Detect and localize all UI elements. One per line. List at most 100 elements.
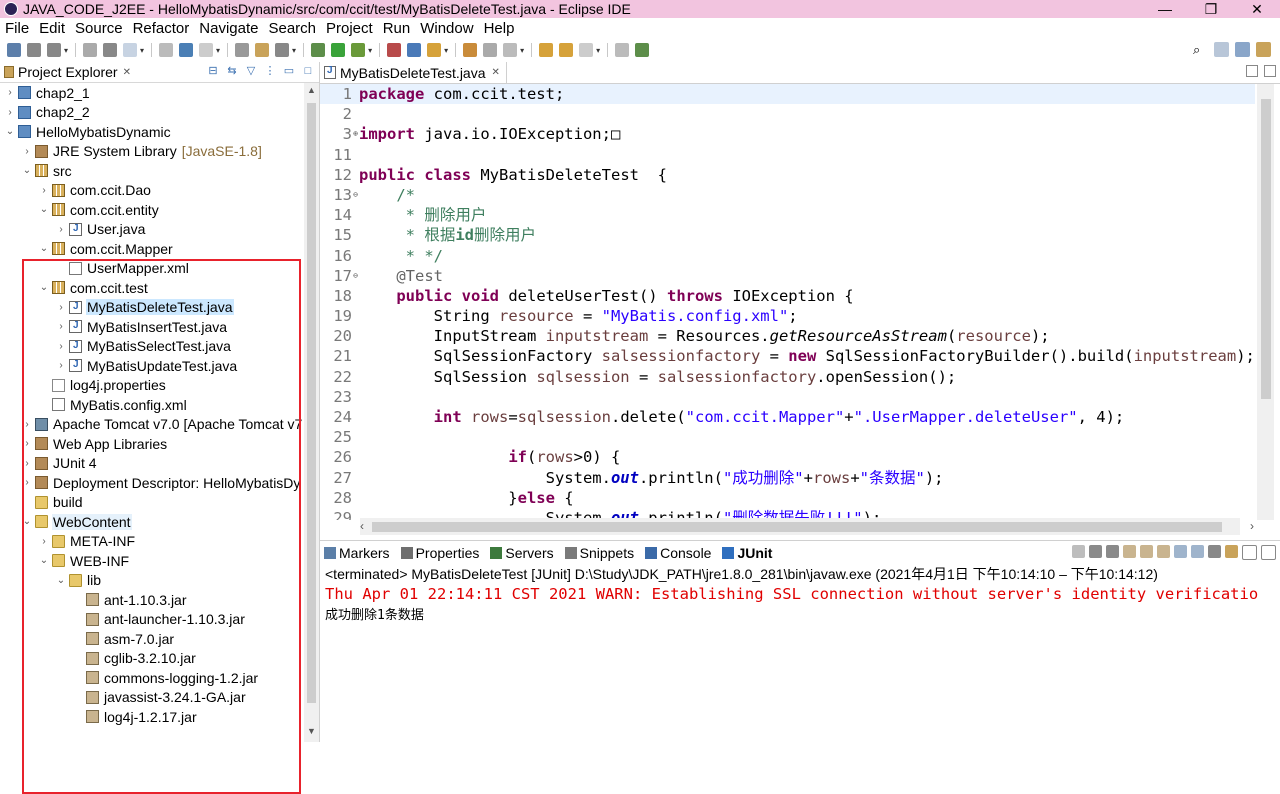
code-line[interactable]: 19 String resource = "MyBatis.config.xml…: [320, 306, 1255, 326]
clear-console-icon[interactable]: [1123, 545, 1136, 558]
code-line[interactable]: 2: [320, 104, 1255, 124]
chevron-right-icon[interactable]: ›: [38, 536, 50, 547]
chevron-down-icon[interactable]: ⌄: [38, 243, 50, 254]
scroll-left-icon[interactable]: ‹: [360, 519, 364, 533]
close-icon[interactable]: ✕: [123, 67, 131, 78]
project-explorer-tab[interactable]: Project Explorer ✕ ⊟ ⇆ ▽ ⋮ ▭ □: [0, 62, 319, 83]
chevron-down-icon[interactable]: ⌄: [21, 516, 33, 527]
show-on-output-icon[interactable]: [1191, 545, 1204, 558]
remove-all-icon[interactable]: [1106, 545, 1119, 558]
tree-item[interactable]: › Deployment Descriptor: HelloMybatisDy: [0, 473, 304, 493]
chevron-down-icon[interactable]: ⌄: [4, 126, 16, 137]
open-type-icon[interactable]: [407, 43, 422, 57]
terminate-icon[interactable]: [1072, 545, 1085, 558]
chevron-down-icon[interactable]: ⌄: [38, 282, 50, 293]
terminal-icon[interactable]: [255, 43, 270, 57]
run-icon[interactable]: [331, 43, 346, 57]
code-line[interactable]: 11: [320, 145, 1255, 165]
mark-icon[interactable]: [199, 43, 214, 57]
code-line[interactable]: 23: [320, 387, 1255, 407]
minimize-view-icon[interactable]: [1242, 545, 1257, 560]
tab-console[interactable]: Console: [641, 545, 711, 561]
chevron-down-icon[interactable]: ▾: [140, 46, 144, 55]
chevron-right-icon[interactable]: ›: [21, 477, 33, 488]
code-line[interactable]: 24 int rows=sqlsession.delete("com.ccit.…: [320, 407, 1255, 427]
menu-project[interactable]: Project: [321, 20, 378, 37]
forward-icon[interactable]: [615, 43, 630, 57]
menu-file[interactable]: File: [0, 20, 34, 37]
chevron-right-icon[interactable]: ›: [55, 302, 67, 313]
tab-servers[interactable]: Servers: [486, 545, 554, 561]
chevron-right-icon[interactable]: ›: [55, 341, 67, 352]
chevron-right-icon[interactable]: ›: [55, 224, 67, 235]
tree-item[interactable]: › MyBatisInsertTest.java: [0, 317, 304, 337]
new-icon[interactable]: [7, 43, 21, 57]
editor-tab-mybatisdeletetest[interactable]: MyBatisDeleteTest.java ✕: [320, 62, 507, 83]
fold-toggle-icon[interactable]: ⊖: [352, 185, 359, 205]
fold-toggle-icon[interactable]: ⊖: [352, 266, 359, 286]
prev-edit-icon[interactable]: [539, 43, 554, 57]
chevron-right-icon[interactable]: ›: [21, 458, 33, 469]
chevron-down-icon[interactable]: ▾: [444, 46, 448, 55]
restore-icon[interactable]: ❐: [1188, 0, 1234, 18]
editor-scrollbar[interactable]: [1257, 84, 1274, 520]
tree-item[interactable]: ⌄ src: [0, 161, 304, 181]
tree-item[interactable]: › User.java: [0, 220, 304, 240]
tree-item[interactable]: ⌄ com.ccit.test: [0, 278, 304, 298]
chevron-down-icon[interactable]: ▾: [64, 46, 68, 55]
scroll-right-icon[interactable]: ›: [1250, 519, 1254, 533]
annotation-icon[interactable]: [483, 43, 498, 57]
minimize-view-icon[interactable]: [1246, 65, 1258, 77]
collapse-all-icon[interactable]: ⊟: [206, 64, 220, 78]
code-line[interactable]: 3 ⊕ import java.io.IOException;□: [320, 124, 1255, 144]
java-perspective-icon[interactable]: [1256, 42, 1271, 57]
tree-item[interactable]: UserMapper.xml: [0, 259, 304, 279]
tree-item[interactable]: asm-7.0.jar: [0, 629, 304, 649]
code-line[interactable]: 27 System.out.println("成功删除"+rows+"条数据")…: [320, 468, 1255, 488]
fold-toggle-icon[interactable]: ⊕: [352, 124, 359, 144]
code-line[interactable]: 25: [320, 427, 1255, 447]
stop-icon[interactable]: [387, 43, 402, 57]
tab-snippets[interactable]: Snippets: [561, 545, 634, 561]
chevron-down-icon[interactable]: ⌄: [38, 204, 50, 215]
code-line[interactable]: 26 if(rows>0) {: [320, 447, 1255, 467]
new-class-icon[interactable]: [427, 43, 442, 57]
save-icon[interactable]: [27, 43, 41, 57]
close-icon[interactable]: ✕: [492, 67, 500, 78]
chevron-right-icon[interactable]: ›: [55, 360, 67, 371]
menu-window[interactable]: Window: [415, 20, 478, 37]
view-menu-icon[interactable]: ⋮: [263, 64, 277, 78]
zoom-icon[interactable]: [275, 43, 290, 57]
chevron-down-icon[interactable]: ⌄: [55, 575, 67, 586]
code-line[interactable]: 15 * 根据id删除用户: [320, 225, 1255, 245]
tree-item[interactable]: › com.ccit.Dao: [0, 181, 304, 201]
chevron-down-icon[interactable]: ▾: [520, 46, 524, 55]
save-all-icon[interactable]: [47, 43, 61, 57]
chevron-down-icon[interactable]: ▾: [596, 46, 600, 55]
toggle-icon[interactable]: [159, 43, 174, 57]
tree-item[interactable]: build: [0, 493, 304, 513]
code-line[interactable]: 12 public class MyBatisDeleteTest {: [320, 165, 1255, 185]
chevron-down-icon[interactable]: ⌄: [21, 165, 33, 176]
tree-item[interactable]: commons-logging-1.2.jar: [0, 668, 304, 688]
code-line[interactable]: 14 * 删除用户: [320, 205, 1255, 225]
properties-icon[interactable]: [103, 43, 118, 57]
filter-icon[interactable]: ▽: [244, 64, 258, 78]
chevron-right-icon[interactable]: ›: [21, 438, 33, 449]
back-icon[interactable]: [579, 43, 594, 57]
word-wrap-icon[interactable]: [1157, 545, 1170, 558]
debug-icon[interactable]: [311, 43, 326, 57]
open-console-icon[interactable]: [1225, 545, 1238, 558]
menu-navigate[interactable]: Navigate: [194, 20, 263, 37]
maximize-view-icon[interactable]: [1261, 545, 1276, 560]
chevron-right-icon[interactable]: ›: [38, 185, 50, 196]
remove-launch-icon[interactable]: [1089, 545, 1102, 558]
display-console-icon[interactable]: [1208, 545, 1221, 558]
menu-refactor[interactable]: Refactor: [128, 20, 195, 37]
menu-run[interactable]: Run: [378, 20, 416, 37]
code-line[interactable]: 21 SqlSessionFactory salsessionfactory =…: [320, 346, 1255, 366]
tree-item[interactable]: › chap2_2: [0, 103, 304, 123]
scrollbar-thumb[interactable]: [372, 522, 1222, 532]
tree-item[interactable]: ant-1.10.3.jar: [0, 590, 304, 610]
chevron-right-icon[interactable]: ›: [4, 107, 16, 118]
